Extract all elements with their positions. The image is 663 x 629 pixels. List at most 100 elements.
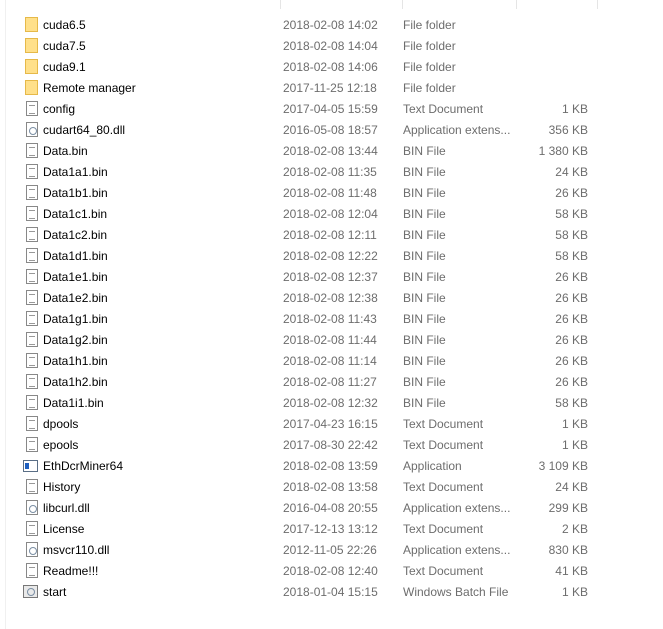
application-icon [23, 460, 38, 472]
file-list: cuda6.5 2018-02-08 14:02 File folder cuda7.… [0, 14, 663, 602]
file-date-modified: 2017-08-30 22:42 [283, 438, 378, 452]
file-row[interactable]: dpools 2017-04-23 16:15 Text Document 1 KB [0, 413, 663, 434]
file-row[interactable]: Data1h2.bin 2018-02-08 11:27 BIN File 26 KB [0, 371, 663, 392]
file-name: Data1e1.bin [43, 270, 108, 284]
file-date-modified: 2018-02-08 14:02 [283, 18, 378, 32]
column-divider[interactable] [280, 0, 281, 9]
file-name: License [43, 522, 85, 536]
file-row[interactable]: cuda9.1 2018-02-08 14:06 File folder [0, 56, 663, 77]
file-type: Text Document [403, 480, 484, 494]
file-row[interactable]: Remote manager 2017-11-25 12:18 File folde… [0, 77, 663, 98]
file-type: Windows Batch File [403, 585, 509, 599]
file-row[interactable]: Data1d1.bin 2018-02-08 12:22 BIN File 58 KB [0, 245, 663, 266]
file-name: Data1h1.bin [43, 354, 108, 368]
file-type: BIN File [403, 270, 446, 284]
file-size: 299 KB [548, 501, 588, 515]
file-type: BIN File [403, 165, 446, 179]
file-date-modified: 2018-02-08 14:06 [283, 60, 378, 74]
file-row[interactable]: Data1g1.bin 2018-02-08 11:43 BIN File 26 KB [0, 308, 663, 329]
file-size: 1 380 KB [538, 144, 588, 158]
column-divider[interactable] [402, 0, 403, 9]
file-row[interactable]: msvcr110.dll 2012-11-05 22:26 Application … [0, 539, 663, 560]
file-row[interactable]: Data1c1.bin 2018-02-08 12:04 BIN File 58 KB [0, 203, 663, 224]
file-size: 356 KB [548, 123, 588, 137]
file-icon [26, 143, 38, 158]
file-icon [26, 185, 38, 200]
file-row[interactable]: Data1b1.bin 2018-02-08 11:48 BIN File 26 KB [0, 182, 663, 203]
file-name: EthDcrMiner64 [43, 459, 124, 473]
file-name: Data1i1.bin [43, 396, 104, 410]
file-type: BIN File [403, 249, 446, 263]
file-date-modified: 2018-02-08 13:59 [283, 459, 378, 473]
file-name: Remote manager [43, 81, 136, 95]
file-row[interactable]: start 2018-01-04 15:15 Windows Batch File 1… [0, 581, 663, 602]
file-name: cuda9.1 [43, 60, 86, 74]
file-icon [26, 248, 38, 263]
file-row[interactable]: Data1g2.bin 2018-02-08 11:44 BIN File 26 KB [0, 329, 663, 350]
file-type: BIN File [403, 207, 446, 221]
file-date-modified: 2018-01-04 15:15 [283, 585, 378, 599]
file-row[interactable]: libcurl.dll 2016-04-08 20:55 Application e… [0, 497, 663, 518]
text-document-icon [26, 563, 38, 578]
file-type: File folder [403, 39, 456, 53]
file-name: dpools [43, 417, 79, 431]
file-date-modified: 2017-04-05 15:59 [283, 102, 378, 116]
file-date-modified: 2012-11-05 22:26 [283, 543, 377, 557]
folder-icon [25, 80, 38, 95]
file-row[interactable]: cudart64_80.dll 2016-05-08 18:57 Applicati… [0, 119, 663, 140]
folder-icon [25, 38, 38, 53]
file-date-modified: 2018-02-08 11:48 [283, 186, 377, 200]
file-size: 1 KB [561, 417, 588, 431]
file-row[interactable]: License 2017-12-13 13:12 Text Document 2 KB [0, 518, 663, 539]
file-type: Text Document [403, 417, 484, 431]
file-name: Data1b1.bin [43, 186, 108, 200]
folder-icon [25, 59, 38, 74]
file-type: BIN File [403, 291, 446, 305]
file-date-modified: 2018-02-08 13:58 [283, 480, 378, 494]
file-date-modified: 2018-02-08 12:32 [283, 396, 378, 410]
file-row[interactable]: History 2018-02-08 13:58 Text Document 24 K… [0, 476, 663, 497]
file-type: Text Document [403, 438, 484, 452]
file-size: 1 KB [561, 102, 588, 116]
file-size: 1 KB [561, 585, 588, 599]
file-row[interactable]: epools 2017-08-30 22:42 Text Document 1 KB [0, 434, 663, 455]
file-size: 2 KB [561, 522, 588, 536]
text-document-icon [26, 521, 38, 536]
column-divider[interactable] [597, 0, 598, 9]
file-row[interactable]: cuda7.5 2018-02-08 14:04 File folder [0, 35, 663, 56]
file-date-modified: 2018-02-08 12:11 [283, 228, 377, 242]
file-name: Readme!!! [43, 564, 99, 578]
dll-icon [26, 122, 38, 137]
file-row[interactable]: config 2017-04-05 15:59 Text Document 1 KB [0, 98, 663, 119]
file-type: Application extens... [403, 543, 511, 557]
file-size: 3 109 KB [538, 459, 588, 473]
file-row[interactable]: Data1e1.bin 2018-02-08 12:37 BIN File 26 KB [0, 266, 663, 287]
column-divider[interactable] [516, 0, 517, 9]
file-date-modified: 2018-02-08 12:04 [283, 207, 378, 221]
file-name: Data1h2.bin [43, 375, 108, 389]
file-type: Text Document [403, 522, 484, 536]
file-row[interactable]: Data1e2.bin 2018-02-08 12:38 BIN File 26 KB [0, 287, 663, 308]
file-date-modified: 2018-02-08 12:40 [283, 564, 378, 578]
file-name: cuda7.5 [43, 39, 86, 53]
file-type: BIN File [403, 375, 446, 389]
file-row[interactable]: Readme!!! 2018-02-08 12:40 Text Document 41… [0, 560, 663, 581]
file-name: Data1a1.bin [43, 165, 108, 179]
text-document-icon [26, 437, 38, 452]
file-row[interactable]: EthDcrMiner64 2018-02-08 13:59 Application… [0, 455, 663, 476]
dll-icon [26, 500, 38, 515]
file-name: Data1c1.bin [43, 207, 108, 221]
file-icon [26, 164, 38, 179]
file-row[interactable]: Data1i1.bin 2018-02-08 12:32 BIN File 58 KB [0, 392, 663, 413]
file-size: 24 KB [555, 480, 588, 494]
file-row[interactable]: Data1a1.bin 2018-02-08 11:35 BIN File 24 KB [0, 161, 663, 182]
text-document-icon [26, 479, 38, 494]
file-row[interactable]: Data1h1.bin 2018-02-08 11:14 BIN File 26 KB [0, 350, 663, 371]
file-row[interactable]: cuda6.5 2018-02-08 14:02 File folder [0, 14, 663, 35]
file-type: Application extens... [403, 123, 511, 137]
file-size: 58 KB [555, 396, 588, 410]
file-type: BIN File [403, 354, 446, 368]
file-row[interactable]: Data1c2.bin 2018-02-08 12:11 BIN File 58 KB [0, 224, 663, 245]
file-row[interactable]: Data.bin 2018-02-08 13:44 BIN File 1 380 KB [0, 140, 663, 161]
file-date-modified: 2018-02-08 11:14 [283, 354, 377, 368]
